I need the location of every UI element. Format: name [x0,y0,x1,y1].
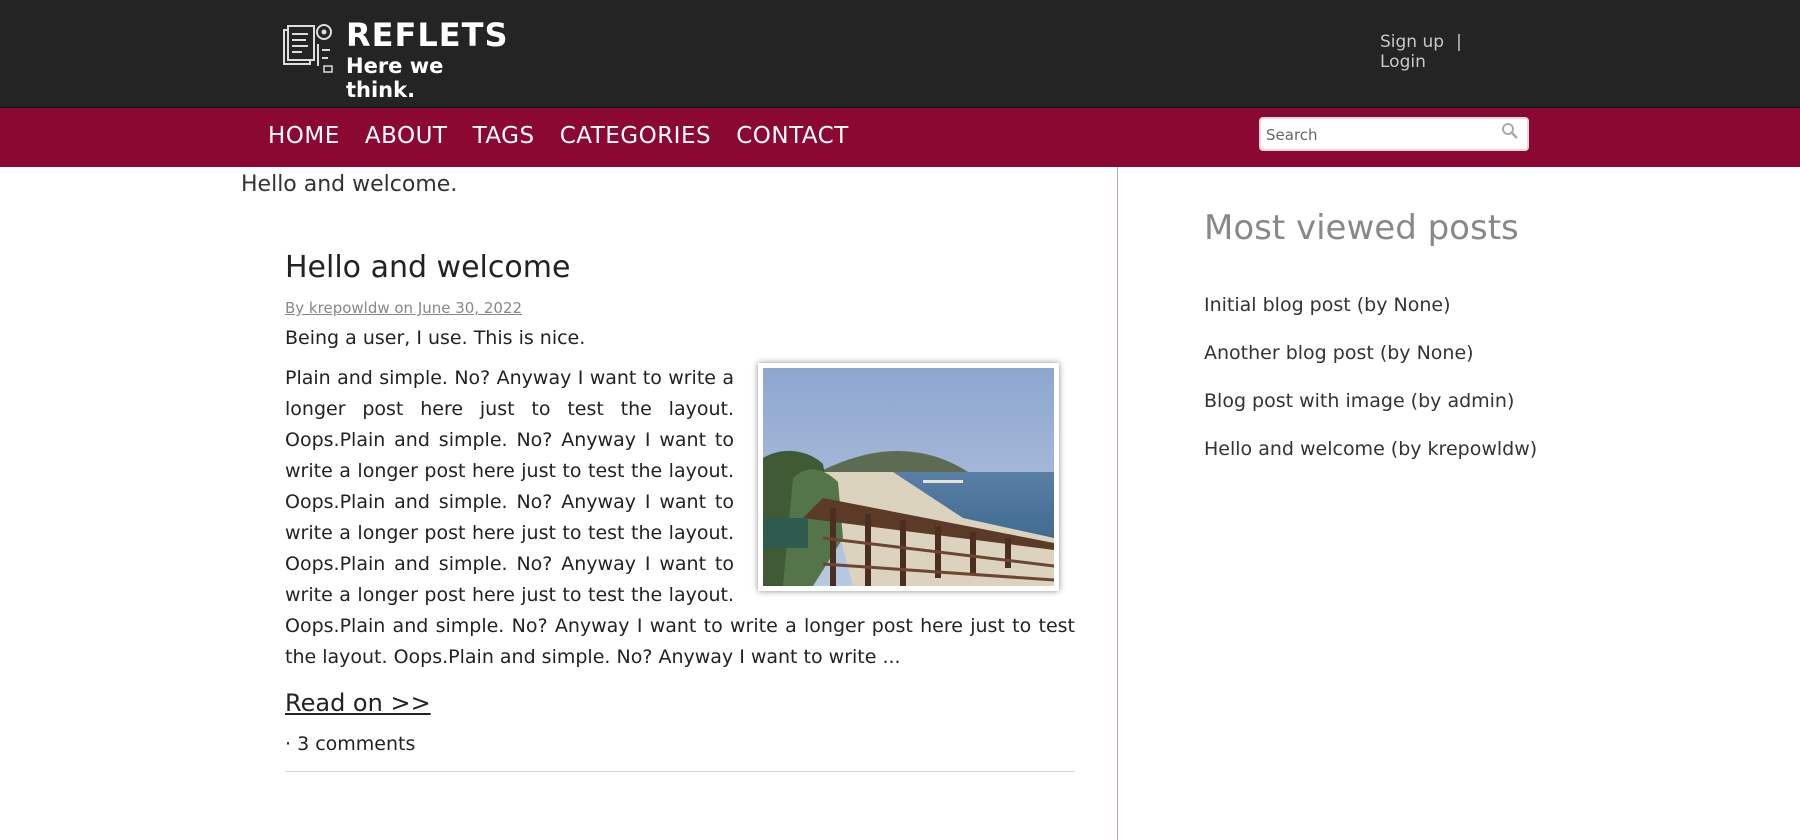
nav-item-contact[interactable]: CONTACT [736,123,849,149]
site-logo[interactable]: REFLETS Here we think. [278,16,513,102]
most-viewed-list: Initial blog post (by None) Another blog… [1204,294,1564,461]
auth-separator: | [1456,32,1462,52]
column-divider [1117,167,1118,840]
beach-photo-icon [763,368,1055,586]
blog-post: Hello and welcome By krepowldw on June 3… [285,250,1075,772]
main-nav: HOME ABOUT TAGS CATEGORIES CONTACT [0,108,1800,167]
most-viewed-item[interactable]: Blog post with image (by admin) [1204,390,1564,413]
logo-icon [283,24,333,73]
nav-item-categories[interactable]: CATEGORIES [560,123,711,149]
signup-link[interactable]: Sign up [1380,32,1444,52]
post-image[interactable] [758,363,1059,591]
most-viewed-item[interactable]: Another blog post (by None) [1204,342,1564,365]
search-icon[interactable] [1501,122,1519,140]
read-on-link[interactable]: Read on >> [285,689,1075,717]
nav-item-tags[interactable]: TAGS [473,123,535,149]
logo-tagline: Here we think. [346,54,444,102]
post-body: Plain and simple. No? Anyway I want to w… [285,363,1075,673]
post-separator [285,771,1075,772]
nav-menu: HOME ABOUT TAGS CATEGORIES CONTACT [268,123,869,149]
nav-item-about[interactable]: ABOUT [365,123,448,149]
sidebar: Most viewed posts Initial blog post (by … [1204,208,1564,486]
most-viewed-item[interactable]: Hello and welcome (by krepowldw) [1204,438,1564,461]
site-header: REFLETS Here we think. Sign up | Login [0,0,1800,108]
auth-links: Sign up | Login [1380,32,1514,72]
post-meta[interactable]: By krepowldw on June 30, 2022 [285,299,1075,317]
search-box [1259,117,1529,151]
page-intro: Hello and welcome. [241,172,458,197]
search-input[interactable] [1264,123,1498,147]
most-viewed-item[interactable]: Initial blog post (by None) [1204,294,1564,317]
login-link[interactable]: Login [1380,52,1426,72]
comments-count[interactable]: · 3 comments [285,733,1075,755]
logo-title: REFLETS [346,16,509,54]
nav-item-home[interactable]: HOME [268,123,340,149]
post-lead: Being a user, I use. This is nice. [285,327,586,349]
sidebar-title: Most viewed posts [1204,208,1519,248]
post-title[interactable]: Hello and welcome [285,250,1075,285]
